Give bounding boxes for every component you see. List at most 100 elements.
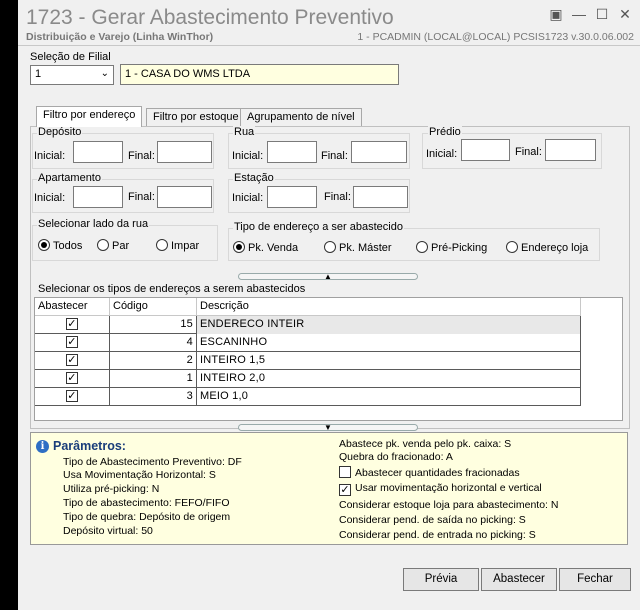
radio-dot [506,241,518,253]
param-line: Tipo de quebra: Depósito de origem [63,511,231,523]
tab-agrupamento-nivel[interactable]: Agrupamento de nível [240,108,362,126]
codigo-cell: 4 [110,334,197,352]
row-checkbox[interactable]: ✓ [66,372,78,384]
column-header-abastecer[interactable]: Abastecer [35,298,110,316]
param-line: Usa Movimentação Horizontal: S [63,469,216,481]
tipos-endereco-grid: Abastecer Código Descrição ✓ 15 ENDERECO… [34,297,623,421]
radio-impar[interactable]: Impar [156,239,199,252]
radio-dot [38,239,50,251]
deposito-final-label: Final: [128,150,155,162]
radio-endereco-loja[interactable]: Endereço loja [506,241,588,254]
predio-final-label: Final: [515,146,542,158]
estacao-inicial-input[interactable] [267,186,317,208]
param-line: Abastece pk. venda pelo pk. caixa: S [339,438,512,450]
collapse-handle-bottom[interactable]: ▼ [238,424,418,432]
info-icon: i [36,440,49,453]
param-line: Considerar pend. de saída no picking: S [339,514,526,526]
apartamento-final-input[interactable] [157,186,212,208]
restore-icon[interactable]: ▣ [548,6,564,22]
fechar-button[interactable]: Fechar [559,568,631,591]
table-row[interactable]: ✓ 1 INTEIRO 2,0 [35,370,581,388]
descricao-cell: MEIO 1,0 [197,388,581,406]
abastecer-cell[interactable]: ✓ [35,316,110,334]
radio-endereco-loja-label: Endereço loja [521,242,589,254]
radio-par-label: Par [112,240,130,252]
title-divider [18,45,640,46]
radio-todos-label: Todos [53,240,83,252]
radio-pre-picking[interactable]: Pré-Picking [416,241,487,254]
tipo-endereco-title: Tipo de endereço a ser abastecido [233,221,404,233]
column-header-codigo[interactable]: Código [110,298,197,316]
tab-filtro-endereco[interactable]: Filtro por endereço [36,106,143,127]
tab-filtro-estoque[interactable]: Filtro por estoque [146,108,246,126]
rua-inicial-input[interactable] [267,141,317,163]
apartamento-inicial-input[interactable] [73,186,123,208]
window-subtitle: Distribuição e Varejo (Linha WinThor) [26,31,214,43]
param-line: Depósito virtual: 50 [63,525,153,537]
filial-select[interactable]: 1 ⌄ [30,65,114,85]
row-checkbox[interactable]: ✓ [66,318,78,330]
predio-inicial-input[interactable] [461,139,510,161]
rua-final-label: Final: [321,150,348,162]
parametros-panel: i Parâmetros: Tipo de Abastecimento Prev… [30,432,628,545]
param-line: Considerar pend. de entrada no picking: … [339,529,536,541]
codigo-cell: 15 [110,316,197,334]
estacao-final-label: Final: [324,191,351,203]
estacao-title: Estação [233,172,275,184]
row-checkbox[interactable]: ✓ [66,336,78,348]
param-line: Tipo de Abastecimento Preventivo: DF [63,456,242,468]
parametros-title: Parâmetros: [53,439,126,453]
abastecer-cell[interactable]: ✓ [35,370,110,388]
table-row[interactable]: ✓ 2 INTEIRO 1,5 [35,352,581,370]
system-info: 1 - PCADMIN (LOCAL@LOCAL) PCSIS1723 v.30… [357,31,634,43]
lado-rua-title: Selecionar lado da rua [37,218,150,230]
deposito-inicial-label: Inicial: [34,150,66,162]
descricao-cell: ENDERECO INTEIR [197,316,581,334]
row-checkbox[interactable]: ✓ [66,354,78,366]
previa-button[interactable]: Prévia [403,568,479,591]
radio-dot [416,241,428,253]
estacao-final-input[interactable] [353,186,408,208]
main-window: 1723 - Gerar Abastecimento Preventivo ▣ … [18,0,640,610]
close-icon[interactable]: ✕ [617,6,633,22]
collapse-handle-top[interactable]: ▲ [238,273,418,281]
predio-final-input[interactable] [545,139,596,161]
checkbox-movimentacao-box[interactable]: ✓ [339,484,351,496]
deposito-final-input[interactable] [157,141,212,163]
radio-todos[interactable]: Todos [38,239,82,252]
radio-impar-label: Impar [171,240,200,252]
minimize-icon[interactable]: — [571,6,587,22]
table-row[interactable]: ✓ 15 ENDERECO INTEIR [35,316,581,334]
abastecer-cell[interactable]: ✓ [35,388,110,406]
param-line: Tipo de abastecimento: FEFO/FIFO [63,497,230,509]
abastecer-button[interactable]: Abastecer [481,568,557,591]
descricao-cell: INTEIRO 2,0 [197,370,581,388]
predio-title: Prédio [428,126,462,138]
radio-pk-master[interactable]: Pk. Máster [324,241,392,254]
radio-pk-master-label: Pk. Máster [339,242,392,254]
predio-inicial-label: Inicial: [426,148,458,160]
checkbox-fracionadas[interactable]: Abastecer quantidades fracionadas [339,466,520,479]
row-checkbox[interactable]: ✓ [66,390,78,402]
table-row[interactable]: ✓ 4 ESCANINHO [35,334,581,352]
abastecer-cell[interactable]: ✓ [35,334,110,352]
radio-par[interactable]: Par [97,239,129,252]
radio-pk-venda-label: Pk. Venda [248,242,299,254]
column-header-descricao[interactable]: Descrição [197,298,581,316]
codigo-cell: 1 [110,370,197,388]
chevron-down-icon[interactable]: ⌄ [101,68,109,79]
param-line: Quebra do fracionado: A [339,451,453,463]
radio-dot [97,239,109,251]
window-title: 1723 - Gerar Abastecimento Preventivo [26,6,394,29]
rua-final-input[interactable] [351,141,407,163]
table-row[interactable]: ✓ 3 MEIO 1,0 [35,388,581,406]
filial-name-field: 1 - CASA DO WMS LTDA [120,64,399,85]
estacao-inicial-label: Inicial: [232,192,264,204]
checkbox-movimentacao[interactable]: ✓ Usar movimentação horizontal e vertical [339,482,542,496]
abastecer-cell[interactable]: ✓ [35,352,110,370]
radio-pk-venda[interactable]: Pk. Venda [233,241,298,254]
filial-label: Seleção de Filial [30,51,111,63]
maximize-icon[interactable]: ☐ [594,6,610,22]
deposito-inicial-input[interactable] [73,141,123,163]
checkbox-fracionadas-box[interactable] [339,466,351,478]
